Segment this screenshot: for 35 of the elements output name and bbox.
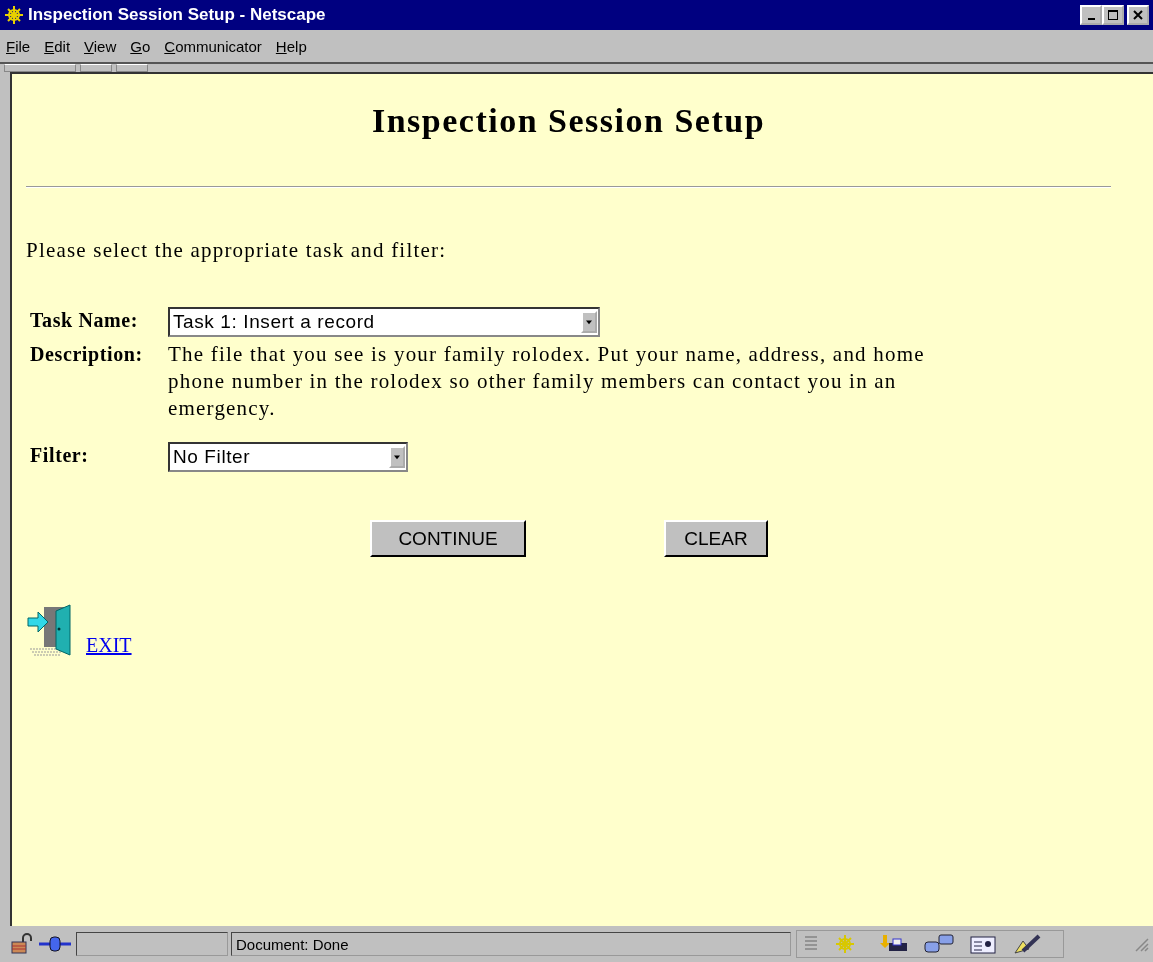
wheel-icon [4, 5, 24, 25]
minimize-icon [1087, 18, 1095, 20]
dropdown-field[interactable]: Task 1: Insert a record [168, 307, 600, 337]
chat-bubbles-icon[interactable] [923, 933, 955, 955]
collapsed-toolbar-tab[interactable] [80, 64, 112, 72]
description-text: The file that you see is your family rolodex. Put your name, address, and home phone number in the rolodex so other family members can contact you in an emergency. [168, 341, 926, 422]
page-heading: Inspection Session Setup [370, 102, 767, 140]
field-label: Description: [30, 342, 144, 368]
form-button[interactable]: CONTINUE [370, 520, 526, 557]
instruction-text: Please select the appropriate task and filter: [26, 238, 448, 263]
maximize-icon [1108, 10, 1118, 20]
dropdown-field[interactable]: No Filter [168, 442, 408, 472]
exit-link[interactable]: EXIT [86, 634, 132, 657]
maximize-button[interactable] [1102, 5, 1124, 25]
connection-icon [37, 933, 73, 955]
menu-item[interactable]: View [84, 37, 117, 55]
form-button[interactable]: CLEAR [664, 520, 768, 557]
minimize-button[interactable] [1080, 5, 1102, 25]
resize-grip-icon[interactable] [1133, 936, 1149, 952]
collapsed-toolbar-tab[interactable] [4, 64, 76, 72]
menu-item[interactable]: File [6, 37, 31, 55]
collapsed-toolbar-tab[interactable] [116, 64, 148, 72]
pen-icon[interactable] [1011, 933, 1043, 955]
field-label: Task Name: [30, 308, 140, 333]
menu-item[interactable]: Go [130, 37, 151, 55]
status-text: Document: Done [236, 935, 349, 953]
close-icon [1133, 10, 1143, 20]
menu-item[interactable]: Communicator [164, 37, 262, 55]
close-button[interactable] [1127, 5, 1149, 25]
menu-item[interactable]: Help [275, 37, 307, 55]
window-title: Inspection Session Setup - Netscape [28, 5, 327, 25]
field-label: Filter: [30, 443, 90, 468]
menu-item[interactable]: Edit [44, 37, 71, 55]
padlock-icon [10, 933, 34, 955]
address-card-icon[interactable] [969, 933, 997, 955]
